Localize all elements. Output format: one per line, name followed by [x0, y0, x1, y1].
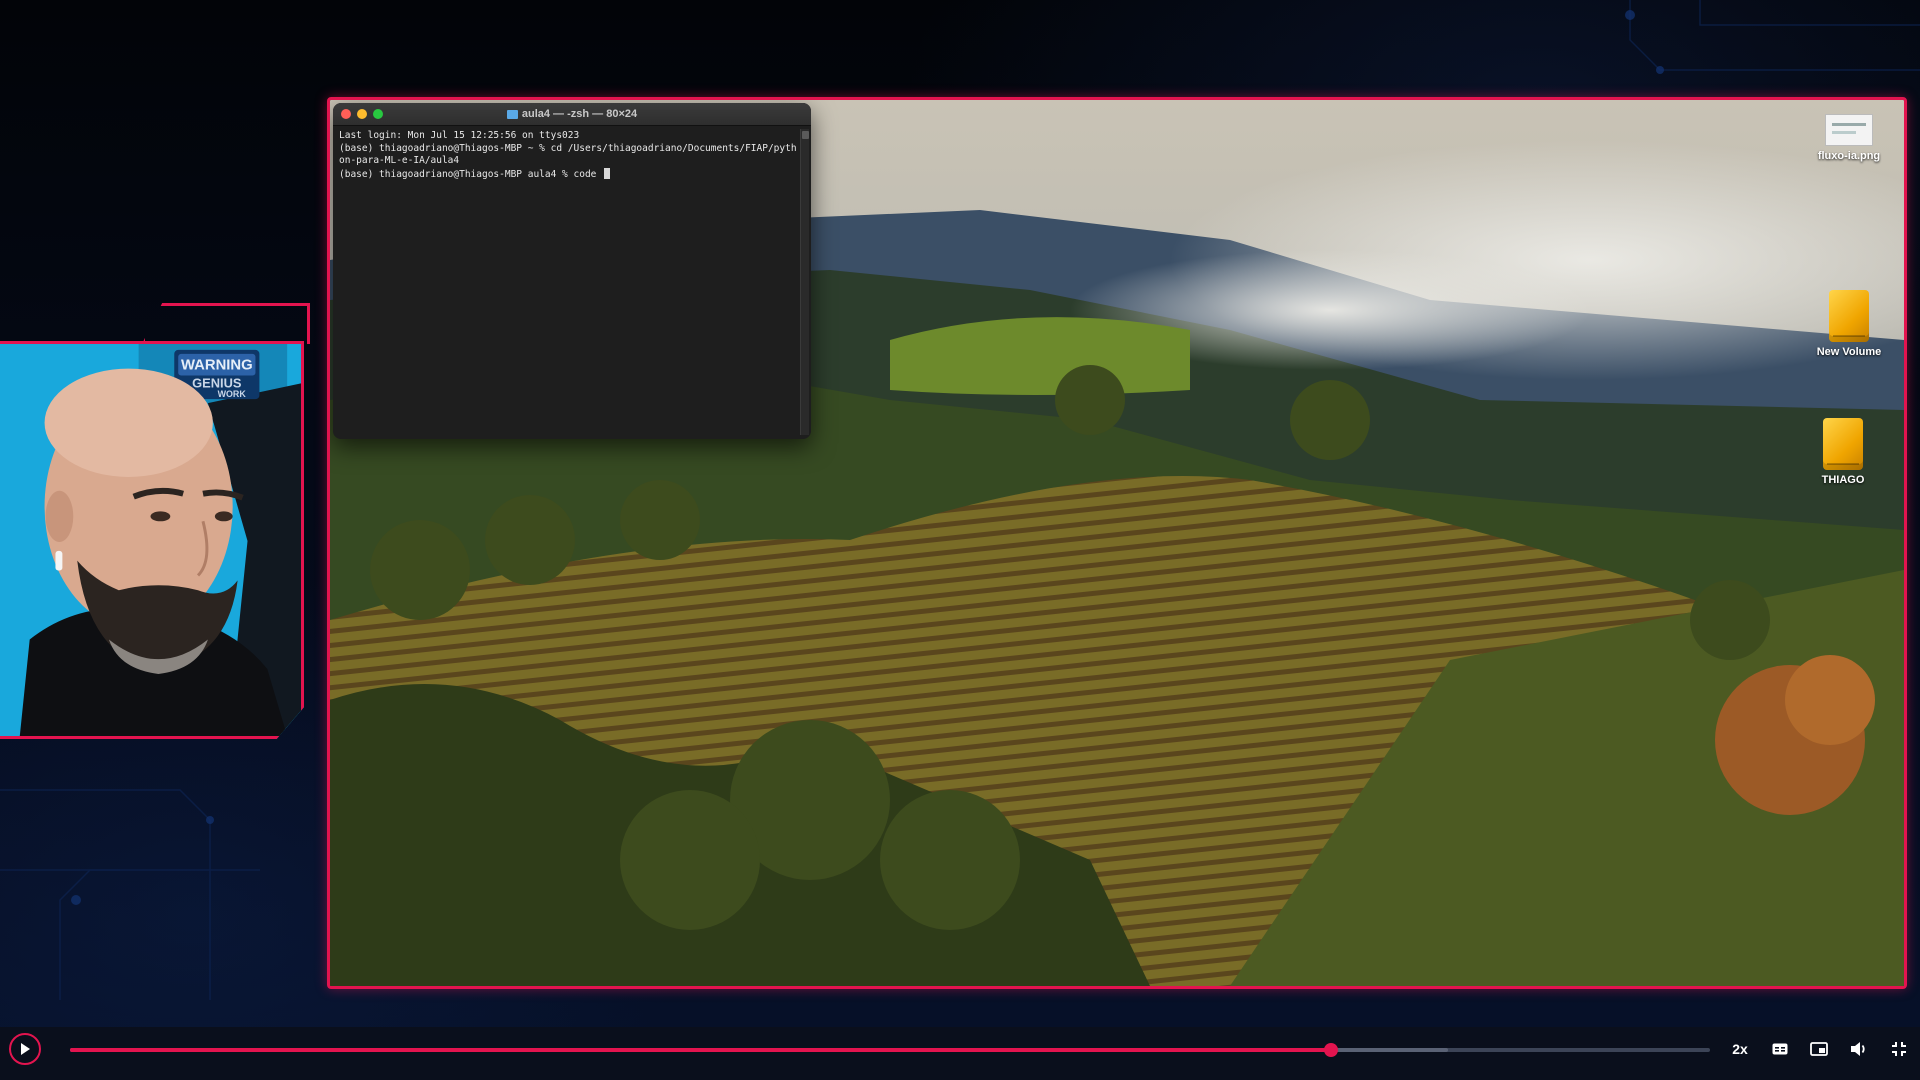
terminal-window[interactable]: aula4 — -zsh — 80×24 Last login: Mon Jul…: [333, 103, 811, 439]
sign-work-text: WORK: [218, 389, 247, 399]
progress-played: [70, 1048, 1332, 1052]
desktop-icon-label: fluxo-ia.png: [1817, 150, 1881, 162]
desktop-icon-thiago[interactable]: THIAGO: [1797, 418, 1889, 486]
terminal-scrollbar[interactable]: [800, 129, 809, 435]
picture-in-picture-button[interactable]: [1808, 1037, 1830, 1061]
playback-speed-button[interactable]: 2x: [1728, 1037, 1752, 1061]
subtitles-button[interactable]: [1769, 1037, 1791, 1061]
desktop-icon-new-volume[interactable]: New Volume: [1803, 290, 1895, 358]
volume-icon: [1851, 1042, 1865, 1056]
webcam-frame-accent: [142, 303, 310, 344]
terminal-title-text: aula4 — -zsh — 80×24: [521, 108, 638, 120]
scroll-up-icon[interactable]: [801, 131, 809, 139]
folder-icon: [506, 109, 518, 119]
terminal-line: on-para-ML-e-IA/aula4: [339, 155, 460, 167]
desktop-screen: aula4 — -zsh — 80×24 Last login: Mon Jul…: [327, 97, 1907, 989]
subtitles-icon: [1772, 1043, 1788, 1055]
drive-icon: [1823, 418, 1863, 470]
terminal-line: (base) thiagoadriano@Thiagos-MBP aula4 %…: [339, 168, 603, 180]
desktop-icon-fluxo-ia[interactable]: fluxo-ia.png: [1803, 114, 1895, 162]
volume-button[interactable]: [1848, 1037, 1870, 1061]
webcam-feed: WARNING GENIUS WORK: [0, 341, 304, 739]
progress-bar[interactable]: [70, 1043, 1710, 1057]
terminal-prompt-line: (base) thiagoadriano@Thiagos-MBP aula4 %…: [339, 167, 805, 182]
image-file-icon: [1825, 114, 1873, 146]
video-player-bar: 2x: [0, 1027, 1920, 1080]
progress-handle[interactable]: [1324, 1043, 1339, 1057]
terminal-output[interactable]: Last login: Mon Jul 15 12:25:56 on ttys0…: [333, 126, 811, 185]
desktop-icon-label: New Volume: [1816, 346, 1882, 358]
earbud: [55, 550, 63, 571]
sign-genius-text: GENIUS: [192, 375, 242, 390]
play-icon: [21, 1043, 30, 1055]
text-cursor: [604, 167, 611, 179]
terminal-titlebar[interactable]: aula4 — -zsh — 80×24: [333, 103, 811, 126]
sign-warning-text: WARNING: [181, 358, 253, 374]
terminal-title: aula4 — -zsh — 80×24: [333, 108, 811, 120]
terminal-line: Last login: Mon Jul 15 12:25:56 on ttys0…: [339, 130, 580, 141]
exit-fullscreen-button[interactable]: [1888, 1037, 1910, 1061]
drive-icon: [1829, 290, 1869, 342]
picture-in-picture-icon: [1810, 1042, 1828, 1056]
desktop-icon-label: THIAGO: [1821, 474, 1865, 486]
terminal-line: (base) thiagoadriano@Thiagos-MBP ~ % cd …: [339, 142, 797, 154]
exit-fullscreen-icon: [1892, 1042, 1906, 1056]
play-button[interactable]: [9, 1033, 41, 1065]
